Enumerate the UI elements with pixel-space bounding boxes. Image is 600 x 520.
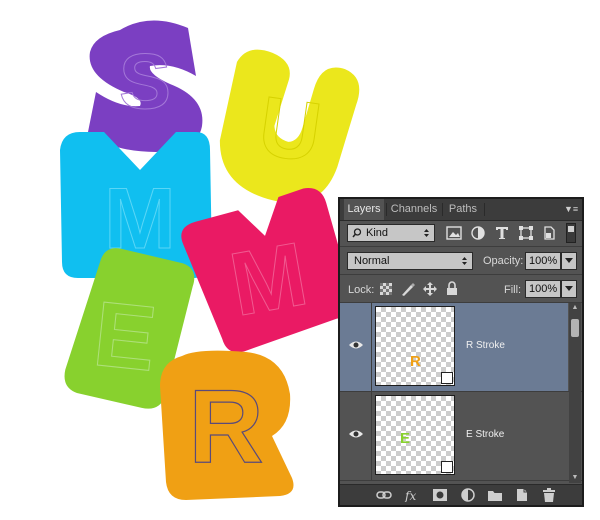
filter-kind-dropdown[interactable]: Kind	[347, 224, 435, 242]
fill-value: 100%	[529, 283, 558, 295]
letter-e-outline: E	[89, 283, 161, 391]
layers-bottom-toolbar: fx	[340, 484, 582, 505]
layer-thumbnail: E	[375, 395, 455, 475]
blend-mode-value: Normal	[354, 255, 390, 267]
eye-icon[interactable]	[348, 428, 364, 440]
letter-u-outline: U	[254, 78, 327, 180]
type-filter-icon[interactable]	[494, 226, 510, 240]
svg-text:fx: fx	[404, 489, 416, 502]
lock-label: Lock:	[348, 284, 375, 296]
blend-mode-dropdown[interactable]: Normal	[347, 252, 473, 270]
adjustment-icon[interactable]	[460, 488, 476, 502]
chevron-down-icon	[565, 258, 573, 263]
pixel-filter-icon[interactable]	[446, 226, 462, 240]
panel-menu-icon[interactable]: ▼≡	[564, 203, 578, 215]
updown-arrows-icon	[462, 257, 467, 265]
filter-kind-label: Kind	[366, 227, 389, 239]
opacity-field[interactable]: 100%	[525, 252, 561, 270]
scrollbar-thumb[interactable]	[571, 319, 579, 337]
letter-r-outline: R	[188, 369, 263, 485]
eye-icon[interactable]	[348, 339, 364, 351]
shape-filter-icon[interactable]	[518, 226, 534, 240]
opacity-label: Opacity:	[483, 255, 524, 267]
new-layer-icon[interactable]	[514, 488, 530, 502]
letter-r: R	[160, 350, 294, 500]
panel-tab-bar: Layers Channels Paths ▼≡	[340, 199, 582, 221]
search-icon	[352, 228, 362, 238]
layer-name[interactable]: R Stroke	[466, 340, 505, 351]
letter-s-outline: S	[119, 37, 171, 125]
tab-channels[interactable]: Channels	[388, 199, 440, 220]
link-icon[interactable]	[376, 488, 392, 502]
layer-name[interactable]: E Stroke	[466, 429, 504, 440]
lock-transparent-pixels-icon[interactable]	[380, 283, 392, 295]
fill-label: Fill:	[504, 284, 522, 296]
layers-scrollbar[interactable]: ▲ ▼	[569, 303, 581, 483]
mask-icon[interactable]	[432, 488, 448, 502]
letter-u: U	[219, 49, 360, 203]
tab-paths[interactable]: Paths	[444, 199, 482, 220]
smart-object-badge-icon	[441, 461, 453, 473]
lock-position-icon[interactable]	[423, 282, 437, 296]
lock-image-pixels-icon[interactable]	[401, 282, 415, 296]
lock-all-icon[interactable]	[446, 281, 458, 296]
layers-panel: Layers Channels Paths ▼≡ Kind Normal Opa…	[338, 197, 584, 507]
opacity-value: 100%	[529, 255, 558, 267]
opacity-dropdown-button[interactable]	[561, 252, 577, 270]
layer-row-e-stroke[interactable]: E E Stroke	[340, 392, 568, 480]
thumbnail-letter: E	[400, 430, 411, 447]
layer-row-r-stroke[interactable]: R R Stroke	[340, 303, 568, 391]
smart-object-filter-icon[interactable]	[541, 226, 557, 240]
filter-toggle[interactable]	[566, 223, 576, 243]
tab-layers[interactable]: Layers	[344, 199, 384, 220]
fill-field[interactable]: 100%	[525, 280, 561, 298]
fill-dropdown-button[interactable]	[561, 280, 577, 298]
scroll-up-icon[interactable]: ▲	[569, 303, 581, 313]
smart-object-badge-icon	[441, 372, 453, 384]
thumbnail-letter: R	[410, 353, 421, 370]
layer-thumbnail: R	[375, 306, 455, 386]
adjustment-filter-icon[interactable]	[470, 226, 486, 240]
trash-icon[interactable]	[541, 488, 557, 502]
folder-icon[interactable]	[487, 488, 503, 502]
scroll-down-icon[interactable]: ▼	[569, 473, 581, 483]
chevron-down-icon	[565, 286, 573, 291]
updown-arrows-icon	[424, 229, 429, 237]
fx-icon[interactable]: fx	[404, 488, 420, 502]
